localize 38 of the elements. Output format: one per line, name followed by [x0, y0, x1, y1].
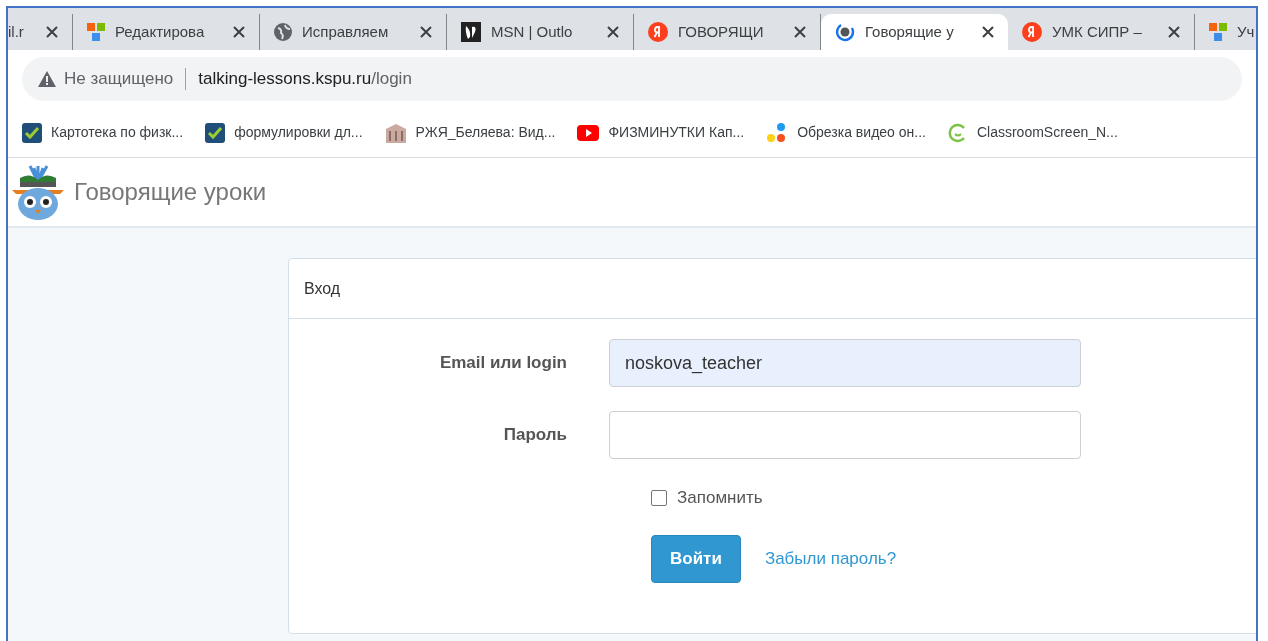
classroom-icon: [947, 122, 968, 143]
youtube-icon: [577, 124, 600, 141]
warning-icon: [38, 71, 56, 87]
circle-logo-icon: [835, 22, 855, 42]
close-icon[interactable]: [46, 26, 58, 38]
card-title: Вход: [304, 278, 341, 299]
bookmark-link[interactable]: ClassroomScreen_N...: [976, 122, 1118, 143]
close-icon[interactable]: [1168, 26, 1180, 38]
address-bar[interactable]: Не защищено talking-lessons.kspu.ru/login: [22, 57, 1242, 101]
url-text: talking-lessons.kspu.ru/login: [198, 68, 412, 91]
bookmark-link[interactable]: формулировки дл...: [234, 122, 363, 143]
yandex-icon: [1022, 22, 1042, 42]
close-icon[interactable]: [420, 26, 432, 38]
close-icon[interactable]: [607, 26, 619, 38]
security-label: Не защищено: [64, 68, 174, 91]
bookmark-link[interactable]: Картотека по физк...: [51, 122, 184, 143]
yandex-icon: [648, 22, 668, 42]
tiles-icon: [87, 23, 105, 41]
checkmark-icon: [205, 122, 226, 143]
browser-tab[interactable]: Говорящие у: [821, 14, 1008, 50]
password-field[interactable]: [609, 411, 1081, 459]
butterfly-icon: [461, 22, 481, 42]
tiles-icon: [1209, 23, 1227, 41]
login-field[interactable]: noskova_teacher: [609, 339, 1081, 387]
close-icon[interactable]: [982, 26, 994, 38]
remember-checkbox[interactable]: [651, 489, 667, 506]
remember-label[interactable]: Запомнить: [677, 485, 763, 511]
bookmark-link[interactable]: Обрезка видео он...: [797, 122, 926, 143]
field-label: Email или login: [438, 352, 568, 375]
bookmark-link[interactable]: ФИЗМИНУТКИ Кап...: [608, 122, 745, 143]
building-icon: [384, 122, 407, 143]
close-icon[interactable]: [794, 26, 806, 38]
globe-icon: [274, 23, 292, 41]
bookmark-link[interactable]: РЖЯ_Беляева: Вид...: [415, 122, 556, 143]
site-title[interactable]: Говорящие уроки: [74, 174, 267, 210]
field-label: Пароль: [502, 424, 568, 447]
checkmark-icon: [22, 122, 42, 143]
close-icon[interactable]: [233, 26, 245, 38]
